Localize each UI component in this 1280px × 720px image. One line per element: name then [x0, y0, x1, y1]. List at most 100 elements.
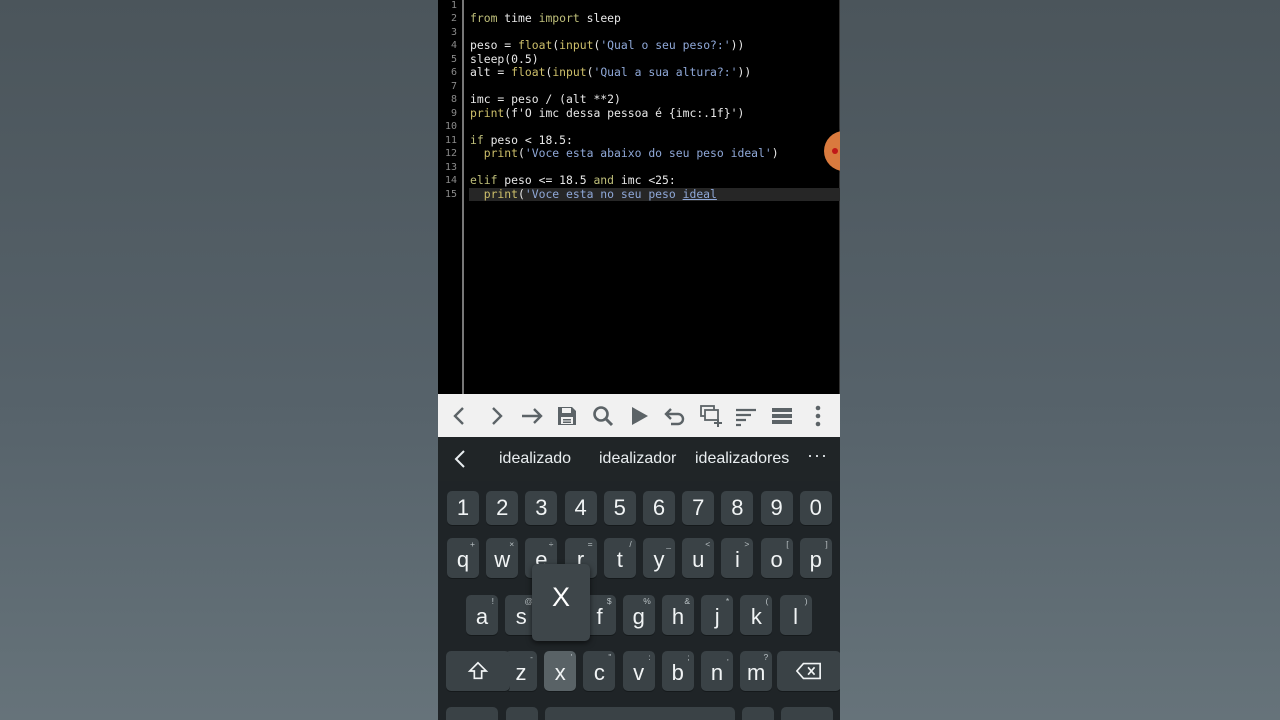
key-x[interactable]: x ' [544, 651, 577, 691]
key-hint: $ [606, 596, 612, 606]
save-button[interactable] [553, 402, 581, 430]
key-2[interactable]: 2 [486, 491, 519, 525]
line-code: if peso < 18.5: [470, 132, 573, 147]
code-line[interactable]: 3 [438, 26, 840, 40]
code-line[interactable]: 4 peso = float(input('Qual o seu peso?:')… [438, 38, 840, 53]
key-label: 6 [652, 495, 666, 520]
line-number: 4 [450, 40, 457, 51]
line-code: from time import sleep [470, 11, 621, 25]
key-n[interactable]: n, [701, 651, 733, 691]
key-k[interactable]: k( [740, 595, 773, 635]
search-icon [593, 405, 614, 426]
code-line[interactable]: 2 from time import sleep [438, 11, 840, 26]
key-8[interactable]: 8 [721, 491, 754, 525]
key-label: 8 [731, 495, 744, 520]
save-icon [558, 406, 577, 425]
suggestion-bar: idealizado idealizador idealizadores ··· [438, 437, 840, 481]
key-i[interactable]: i > [721, 538, 754, 578]
goto-button[interactable] [518, 402, 546, 430]
key-hint: ' [570, 652, 573, 662]
back-button[interactable] [446, 402, 474, 430]
line-number: 15 [444, 188, 457, 200]
code-line[interactable]: 7 [438, 80, 840, 94]
arrow-right-icon [521, 407, 543, 424]
space-key[interactable] [545, 707, 735, 720]
line-number: 12 [444, 148, 457, 159]
key-h[interactable]: h & [662, 595, 694, 635]
period-key[interactable] [742, 707, 774, 720]
format-lines-icon [736, 408, 757, 426]
code-editor[interactable]: 1 2 from time import sleep 3 4 peso = float(i… [438, 0, 840, 394]
line-number: 1 [450, 0, 457, 11]
key-3[interactable]: 3 [525, 491, 558, 525]
key-j[interactable]: j * [701, 595, 734, 635]
run-button[interactable] [625, 402, 653, 430]
key-c[interactable]: c " [583, 651, 616, 691]
code-line[interactable]: 12 print('Voce esta abaixo do seu peso i… [438, 146, 840, 161]
add-window-icon [699, 404, 722, 427]
key-b[interactable]: b; [661, 651, 694, 691]
key-g[interactable]: g% [622, 595, 655, 635]
suggestion-item[interactable]: idealizadores [695, 450, 789, 468]
key-a[interactable]: a! [466, 595, 498, 635]
enter-key[interactable] [781, 707, 833, 720]
key-o[interactable]: o[ [760, 538, 793, 578]
code-line[interactable]: 8 imc = peso / (alt **2) [438, 92, 840, 107]
key-t[interactable]: t / [603, 538, 636, 578]
code-line[interactable]: 10 [438, 120, 840, 134]
suggestion-item[interactable]: idealizador [599, 450, 676, 468]
key-q[interactable]: q + [447, 538, 479, 578]
line-code: print('Voce esta abaixo do seu peso idea… [483, 146, 779, 160]
backspace-icon [795, 662, 821, 680]
code-line[interactable]: 15 print('Voce esta no seu peso ideal [445, 187, 840, 201]
search-button[interactable] [589, 402, 617, 430]
key-label: 5 [613, 495, 626, 520]
suggestion-item[interactable]: idealizado [499, 450, 571, 468]
key-0[interactable]: 0 [799, 491, 832, 525]
key-7[interactable]: 7 [682, 491, 715, 525]
code-line[interactable]: 5 sleep(0.5) [438, 52, 840, 67]
key-4[interactable]: 4 [564, 491, 597, 525]
key-hint: ] [825, 539, 828, 549]
shift-key[interactable] [446, 651, 510, 691]
line-code: elif peso <= 18.5 and imc <25: [470, 173, 676, 187]
line-number: 5 [450, 53, 457, 65]
code-line[interactable]: 14 elif peso <= 18.5 and imc <25: [438, 173, 840, 188]
code-line[interactable]: 6 alt = float(input('Qual a sua altura?:'… [438, 65, 840, 80]
list-icon [772, 407, 793, 424]
key-u[interactable]: u < [682, 538, 715, 578]
key-m[interactable]: m? [740, 651, 773, 691]
symbols-key[interactable] [446, 707, 498, 720]
key-5[interactable]: 5 [603, 491, 636, 525]
undo-button[interactable] [661, 402, 689, 430]
key-6[interactable]: 6 [643, 491, 675, 525]
key-l[interactable]: l) [779, 595, 812, 635]
new-window-button[interactable] [697, 402, 725, 430]
line-number: 8 [450, 94, 457, 105]
key-hint: - [530, 652, 533, 662]
format-button[interactable] [732, 402, 760, 430]
code-line[interactable]: 9 print(f'O imc dessa pessoa é {imc:.1f}'… [438, 106, 840, 121]
key-label: 9 [770, 495, 783, 520]
key-hint: * [725, 596, 730, 606]
key-hint: > [744, 539, 750, 549]
key-w[interactable]: w × [486, 538, 519, 578]
more-suggestions-button[interactable]: ··· [807, 445, 828, 466]
key-v[interactable]: v: [622, 651, 655, 691]
code-line[interactable]: 13 [438, 161, 840, 175]
list-button[interactable] [768, 402, 796, 430]
key-9[interactable]: 9 [760, 491, 793, 525]
comma-key[interactable] [506, 707, 538, 720]
code-line[interactable]: 11 if peso < 18.5: [438, 132, 840, 148]
forward-button[interactable] [482, 402, 510, 430]
line-number: 13 [444, 161, 457, 173]
line-number: 9 [450, 107, 457, 119]
key-1[interactable]: 1 [447, 491, 479, 525]
undo-icon [664, 407, 684, 425]
chevron-left-icon[interactable] [452, 449, 470, 469]
key-label: 1 [456, 495, 470, 520]
key-y[interactable]: y _ [643, 538, 675, 578]
overflow-menu-button[interactable] [804, 402, 832, 430]
key-p[interactable]: p] [799, 538, 832, 578]
backspace-key[interactable] [777, 651, 840, 691]
